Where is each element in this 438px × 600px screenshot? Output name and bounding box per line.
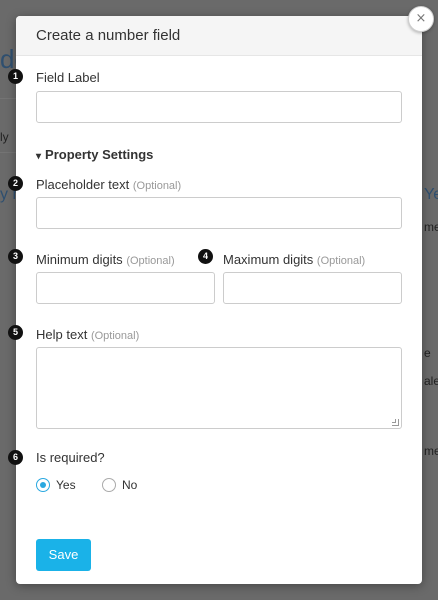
is-required-label: Is required?	[36, 450, 105, 465]
create-number-field-dialog: Create a number field Field Label ▾ Prope…	[16, 16, 422, 584]
close-icon[interactable]: ×	[408, 6, 434, 32]
step-badge-5: 5	[8, 325, 23, 340]
radio-yes[interactable]: Yes	[36, 478, 76, 492]
background-divider	[0, 98, 16, 99]
radio-button-unchecked[interactable]	[102, 478, 116, 492]
step-badge-6: 6	[8, 450, 23, 465]
radio-no[interactable]: No	[102, 478, 137, 492]
maximum-digits-input[interactable]	[223, 272, 402, 304]
dialog-header: Create a number field	[16, 16, 422, 56]
minimum-digits-label: Minimum digits (Optional)	[36, 252, 175, 267]
property-settings-toggle[interactable]: ▾ Property Settings	[36, 147, 153, 162]
field-label-input[interactable]	[36, 91, 402, 123]
optional-hint: (Optional)	[90, 330, 140, 342]
background-text-fragment: ly	[0, 130, 9, 144]
radio-no-label: No	[122, 478, 138, 492]
background-text-fragment: ale	[424, 374, 438, 388]
radio-yes-label: Yes	[56, 478, 76, 492]
optional-hint: (Optional)	[126, 255, 175, 267]
step-badge-1: 1	[8, 69, 23, 84]
optional-hint: (Optional)	[316, 255, 366, 267]
save-button[interactable]: Save	[36, 539, 91, 571]
minimum-digits-input[interactable]	[36, 272, 215, 304]
step-badge-3: 3	[8, 249, 23, 264]
help-text-textarea[interactable]	[36, 347, 402, 429]
field-label-label: Field Label	[36, 70, 100, 85]
optional-hint: (Optional)	[132, 180, 182, 192]
background-text-fragment: e	[424, 346, 431, 360]
help-text-label: Help text (Optional)	[36, 327, 140, 342]
background-text-fragment: me	[424, 220, 438, 234]
placeholder-text-label: Placeholder text (Optional)	[36, 177, 182, 192]
resize-handle-icon[interactable]	[392, 419, 399, 426]
background-divider	[0, 152, 16, 153]
maximum-digits-label: Maximum digits (Optional)	[223, 252, 366, 267]
radio-button-checked[interactable]	[36, 478, 50, 492]
background-text-fragment: Ye	[424, 186, 438, 203]
background-text-fragment: me	[424, 444, 438, 458]
step-badge-4: 4	[198, 249, 213, 264]
chevron-down-icon: ▾	[36, 151, 42, 162]
property-settings-label: Property Settings	[45, 147, 154, 162]
placeholder-text-input[interactable]	[36, 197, 402, 229]
step-badge-2: 2	[8, 176, 23, 191]
dialog-title: Create a number field	[36, 27, 181, 44]
